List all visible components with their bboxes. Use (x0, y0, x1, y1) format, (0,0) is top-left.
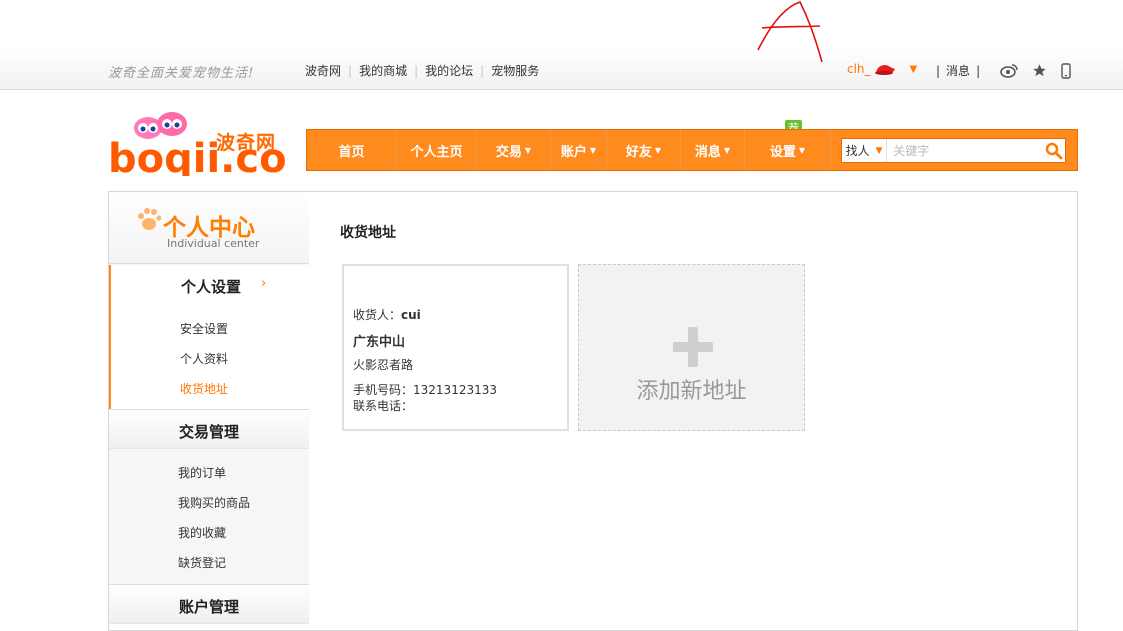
search-input[interactable] (887, 139, 1044, 162)
logo-pets-icon (134, 112, 187, 139)
top-link-forum[interactable]: 我的论坛 (418, 62, 480, 79)
nav-messages[interactable]: 消息 ▼ (681, 130, 745, 170)
search-box: 找人 ▼ (841, 138, 1066, 163)
top-link-boqii[interactable]: 波奇网 (298, 62, 348, 79)
chevron-down-icon[interactable]: ▼ (910, 64, 918, 75)
sidebar-item-purchased[interactable]: 我购买的商品 (178, 494, 250, 511)
chevron-down-icon: ▼ (723, 145, 731, 155)
site-slogan: 波奇全面关爱宠物生活! (108, 66, 255, 81)
nav-label: 消息 (694, 144, 721, 160)
nav-label: 账户 (560, 144, 587, 160)
mobile-line: 手机号码：13213123133 (353, 381, 497, 398)
sidebar-item-profile[interactable]: 个人资料 (180, 350, 228, 367)
user-menu[interactable]: clh_ ▼ (847, 62, 917, 76)
search-type-select[interactable]: 找人 ▼ (842, 139, 888, 162)
top-link-mall[interactable]: 我的商城 (352, 62, 414, 79)
nav-label: 交易 (495, 144, 522, 160)
chevron-down-icon: ▼ (654, 145, 662, 155)
mobile-number: 13213123133 (413, 383, 497, 397)
recipient-name: cui (401, 308, 421, 322)
sidebar-item-security[interactable]: 安全设置 (180, 320, 228, 337)
user-avatar-hat-icon (874, 65, 895, 75)
nav-trade[interactable]: 交易 ▼ (477, 130, 551, 170)
top-link-pet-service[interactable]: 宠物服务 (484, 62, 546, 79)
sidebar-group-personal-settings: 个人设置 › 安全设置 个人资料 收货地址 (109, 265, 309, 409)
handwritten-a-scribble (757, 1, 823, 63)
search-icon (1045, 142, 1063, 159)
sidebar-item-favorites[interactable]: 我的收藏 (178, 524, 226, 541)
plus-icon (673, 327, 713, 367)
address-street: 火影忍者路 (353, 358, 414, 372)
address-region: 广东中山 (353, 335, 406, 350)
messages-link[interactable]: 消息 (946, 62, 970, 79)
logo-text: 波奇网 (216, 132, 277, 154)
add-address-label: 添加新地址 (636, 379, 747, 404)
mobile-label: 手机号码： (353, 383, 414, 397)
weibo-icon[interactable] (1000, 63, 1018, 78)
address-card[interactable]: 收货人：cui 广东中山 火影忍者路 手机号码：13213123133 联系电话… (342, 264, 569, 431)
sidebar: 个人中心 Individual center 个人设置 › 安全设置 个人资料 … (109, 192, 309, 624)
sidebar-item-out-of-stock[interactable]: 缺货登记 (178, 554, 226, 571)
nav-label: 好友 (625, 144, 652, 160)
add-address-button[interactable]: 添加新地址 (578, 264, 805, 431)
separator: | (976, 63, 981, 78)
paw-icon (138, 208, 161, 230)
top-right-tools: | 消息 | (930, 62, 1071, 79)
mobile-phone-icon[interactable] (1061, 62, 1071, 79)
top-links: 波奇网 | 我的商城 | 我的论坛 | 宠物服务 (298, 62, 546, 79)
sidebar-group-title[interactable]: 交易管理 (179, 421, 239, 442)
nav-label: 设置 (769, 144, 796, 160)
recipient-line: 收货人：cui (353, 306, 421, 323)
sidebar-group-title[interactable]: 账户管理 (179, 596, 239, 617)
sidebar-item-orders[interactable]: 我的订单 (178, 464, 226, 481)
separator: | (936, 63, 941, 78)
sidebar-group-title[interactable]: 个人设置 (181, 276, 241, 297)
nav-friends[interactable]: 好友 ▼ (607, 130, 681, 170)
chevron-down-icon: ▼ (875, 145, 883, 156)
nav-account[interactable]: 账户 ▼ (551, 130, 607, 170)
search-button[interactable] (1043, 139, 1065, 162)
sidebar-item-address[interactable]: 收货地址 (180, 380, 228, 397)
nav-label: 首页 (338, 144, 365, 160)
sidebar-subtitle: Individual center (167, 237, 260, 250)
chevron-down-icon: ▼ (798, 145, 806, 155)
search-type-label: 找人 (845, 144, 870, 158)
nav-home[interactable]: 首页 (307, 130, 397, 170)
chevron-right-icon: › (261, 276, 267, 291)
nav-label: 个人主页 (410, 144, 463, 160)
phone-label: 联系电话： (353, 399, 414, 413)
sidebar-group-header-trade[interactable]: 交易管理 (109, 409, 309, 449)
sidebar-group-header-account[interactable]: 账户管理 (109, 584, 309, 624)
page-title: 收货地址 (340, 225, 396, 241)
sidebar-header: 个人中心 Individual center (109, 192, 309, 264)
username[interactable]: clh_ (847, 62, 871, 76)
star-icon[interactable] (1032, 63, 1047, 78)
nav-personal-home[interactable]: 个人主页 (397, 130, 477, 170)
chevron-down-icon: ▼ (589, 145, 597, 155)
nav-settings[interactable]: 设置 ▼ (745, 130, 831, 170)
recipient-label: 收货人： (353, 308, 402, 322)
chevron-down-icon: ▼ (524, 145, 532, 155)
